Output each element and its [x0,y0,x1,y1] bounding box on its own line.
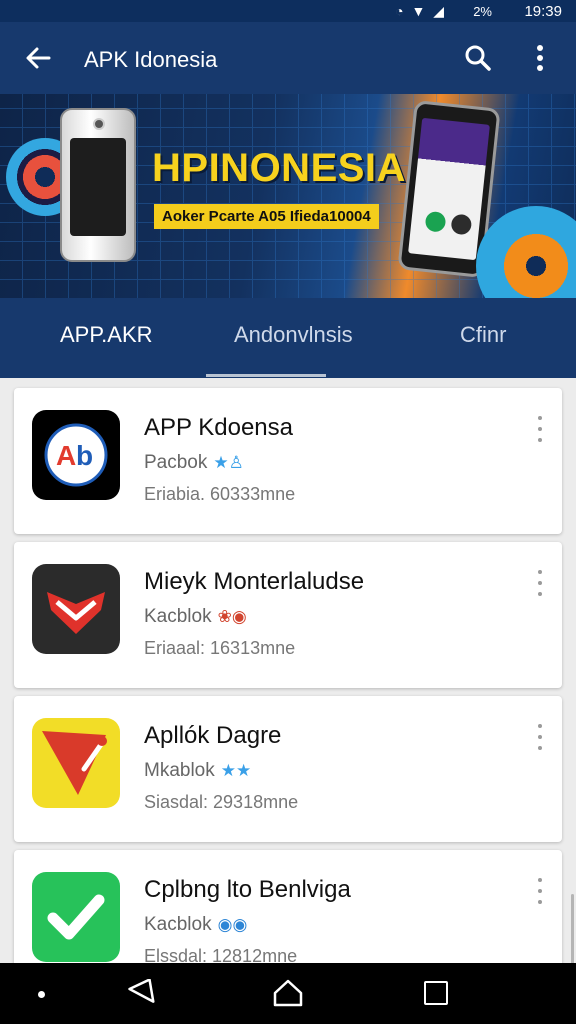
app-name: Mieyk Monterlaludse [144,568,365,595]
list-item[interactable]: Cplbng lto Benlviga Kacblok ◉◉ Elssdal: … [14,850,562,963]
app-meta: Pacbok ★♙ [144,452,244,474]
phone-screen [408,117,490,261]
dot-icon [538,427,542,431]
phone-screen [70,138,126,236]
dot-icon [538,592,542,596]
app-downloads: Eriaaal: 16313mne [144,638,296,658]
app-list[interactable]: A b APP Kdoensa Pacbok ★♙ Eriabia. 60333… [0,378,576,963]
status-icons: ◔ ▼ ◢ [395,3,446,19]
app-bar: APK Idonesia [0,22,576,94]
rating-badge-icon: ◉◉ [217,915,248,934]
list-item[interactable]: Mieyk Monterlaludse Kacblok ❀◉ Eriaaal: … [14,542,562,688]
svg-text:b: b [76,440,93,471]
system-nav-bar [0,963,576,1024]
list-item[interactable]: A b APP Kdoensa Pacbok ★♙ Eriabia. 60333… [14,388,562,534]
screen-button [450,213,473,236]
app-publisher: Kacblok [144,914,212,935]
banner-headline: HPINONESIA [152,146,406,190]
search-button[interactable] [460,40,496,76]
app-downloads: Eriabia. 60333mne [144,484,296,504]
more-vert-icon [537,45,543,71]
svg-text:A: A [56,440,76,471]
promo-banner[interactable]: HPINONESIA Aoker Pcarte A05 Ifieda10004 [0,94,576,298]
home-icon[interactable] [270,977,306,1009]
red-chevron-icon [47,592,105,634]
red-triangle-icon [42,731,107,795]
dot-icon [538,416,542,420]
dot-icon [538,570,542,574]
app-meta: Kacblok ◉◉ [144,914,247,936]
tab-bar: APP.AKR Andonvlnsis Cfinr [0,298,576,378]
screen-button [424,210,447,233]
item-menu-button[interactable] [532,878,548,904]
nav-back-icon[interactable] [124,979,160,1009]
nav-dot-icon [38,991,45,998]
dot-icon [538,889,542,893]
battery-level: 2% [473,4,492,19]
overflow-menu-button[interactable] [524,40,556,76]
tab-andonvlnsis[interactable]: Andonvlnsis [234,322,353,348]
status-bar: ◔ ▼ ◢ 2% 19:39 [0,0,576,22]
scrollbar[interactable] [571,894,574,963]
ab-logo-icon: A b [44,423,108,487]
app-name: APP Kdoensa [144,414,294,441]
page-title: APK Idonesia [84,47,218,72]
app-name: Apllók Dagre [144,722,282,749]
item-menu-button[interactable] [532,724,548,750]
check-icon [47,894,105,940]
app-publisher: Pacbok [144,452,208,473]
rating-badge-icon: ★♙ [213,453,244,472]
app-name: Cplbng lto Benlviga [144,876,351,903]
clock: 19:39 [524,3,562,20]
dot-icon [538,746,542,750]
recents-icon[interactable] [424,981,448,1005]
dot-icon [538,438,542,442]
camera-graphic [93,118,105,130]
search-icon [465,45,491,71]
app-meta: Mkablok ★★ [144,760,251,782]
tab-indicator [206,374,326,377]
list-item[interactable]: Apllók Dagre Mkablok ★★ Siasdal: 29318mn… [14,696,562,842]
item-menu-button[interactable] [532,416,548,442]
rating-badge-icon: ❀◉ [217,607,247,626]
tab-app-akr[interactable]: APP.AKR [60,322,153,348]
app-downloads: Siasdal: 29318mne [144,792,299,812]
app-icon [32,718,120,808]
dot-icon [538,900,542,904]
dot-icon [538,735,542,739]
app-meta: Kacblok ❀◉ [144,606,247,628]
back-button[interactable] [20,40,56,76]
app-icon: A b [32,410,120,500]
tab-cfinr[interactable]: Cfinr [460,322,506,348]
item-menu-button[interactable] [532,570,548,596]
arrow-left-icon [26,47,51,69]
phone-image-left [60,108,136,262]
banner-ribbon: Aoker Pcarte A05 Ifieda10004 [154,204,379,229]
rating-badge-icon: ★★ [220,761,252,780]
dot-icon [538,878,542,882]
app-icon [32,564,120,654]
dot-icon [538,724,542,728]
app-downloads: Elssdal: 12812mne [144,946,298,963]
app-icon [32,872,120,962]
app-publisher: Mkablok [144,760,215,781]
dot-icon [538,581,542,585]
app-publisher: Kacblok [144,606,212,627]
